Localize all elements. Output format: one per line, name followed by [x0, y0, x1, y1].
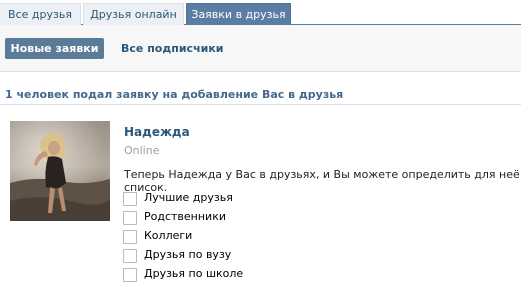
requester-name[interactable]: Надежда [124, 125, 190, 139]
friends-tab-bar: Все друзья Друзья онлайн Заявки в друзья [0, 0, 521, 25]
online-status: Online [124, 144, 160, 157]
list-option-label: Коллеги [144, 229, 193, 242]
tab-friend-requests[interactable]: Заявки в друзья [186, 3, 291, 25]
requests-summary-text: 1 человек подал заявку на добавление Вас… [5, 88, 344, 101]
checkbox[interactable] [123, 211, 137, 225]
tab-all-friends[interactable]: Все друзья [0, 3, 81, 25]
avatar[interactable] [10, 121, 110, 221]
requests-summary: 1 человек подал заявку на добавление Вас… [0, 72, 521, 105]
tab-friends-online[interactable]: Друзья онлайн [83, 3, 184, 25]
list-option-label: Родственники [144, 210, 227, 223]
list-option-label: Друзья по вузу [144, 248, 232, 261]
list-option-label: Друзья по школе [144, 267, 244, 280]
avatar-photo [10, 121, 110, 221]
all-subscribers-link[interactable]: Все подписчики [121, 38, 224, 59]
checkbox[interactable] [123, 230, 137, 244]
new-requests-button[interactable]: Новые заявки [5, 38, 104, 59]
list-option-label: Лучшие друзья [144, 191, 233, 204]
checkbox[interactable] [123, 268, 137, 282]
checkbox[interactable] [123, 249, 137, 263]
friend-request-card: Надежда Online Теперь Надежда у Вас в др… [0, 106, 521, 291]
requests-subbar: Новые заявки Все подписчики [0, 25, 521, 72]
checkbox[interactable] [123, 192, 137, 206]
